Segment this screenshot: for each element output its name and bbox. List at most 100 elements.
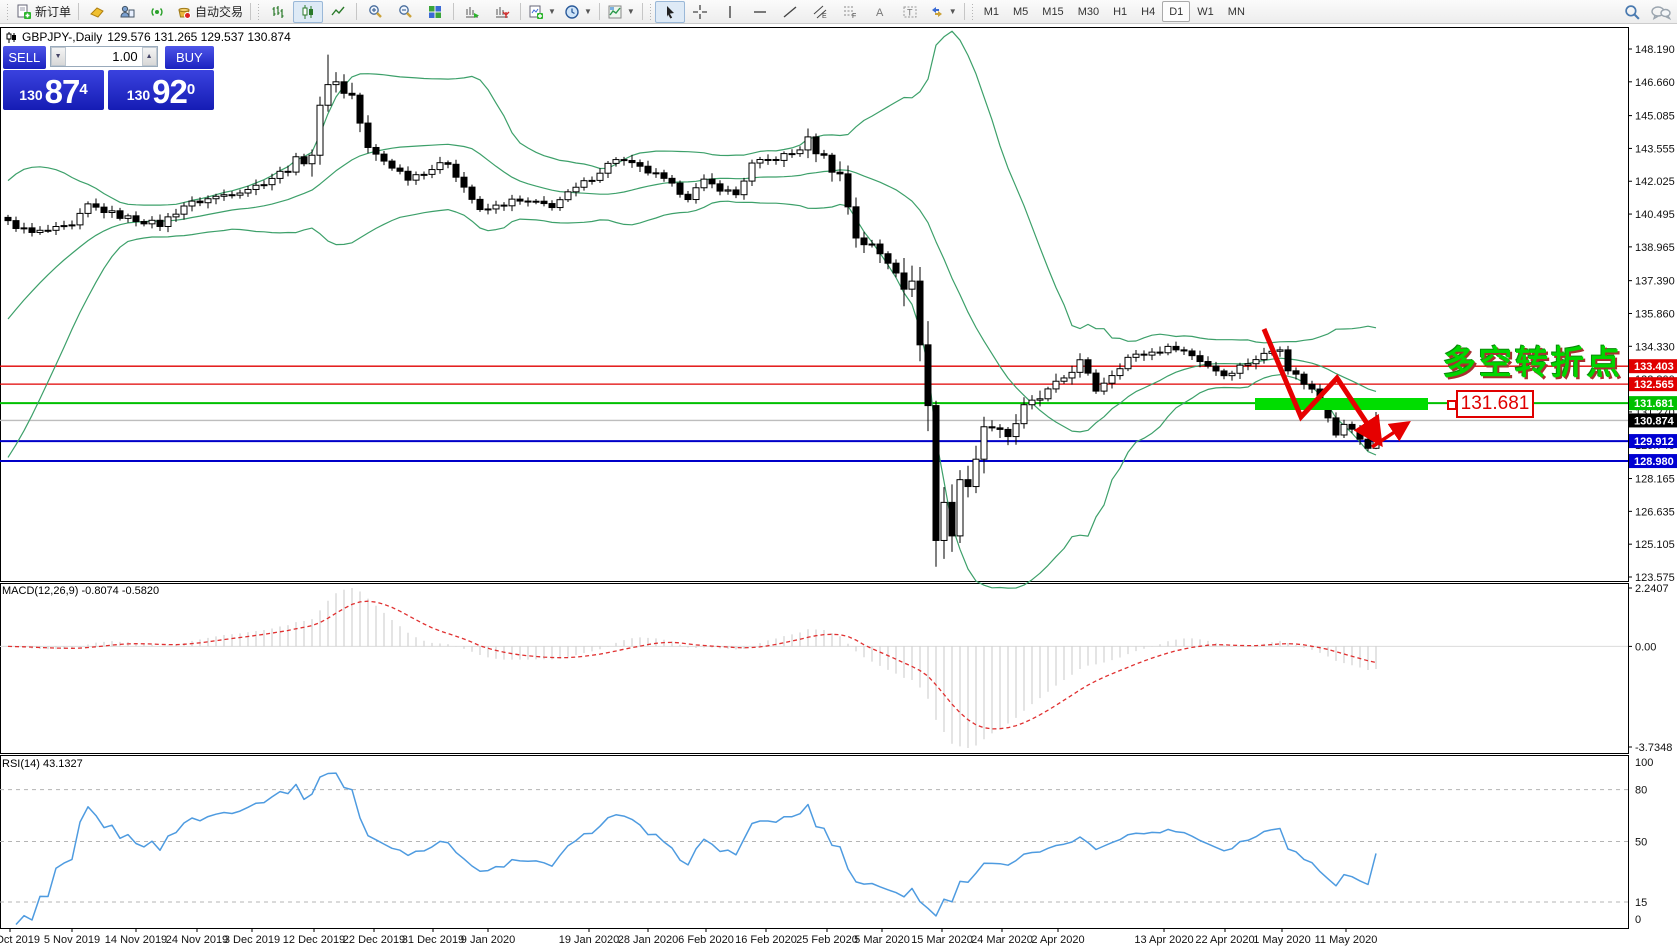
spinner-down-icon: ▼ [54, 53, 62, 60]
volume-up-button[interactable]: ▲ [141, 47, 157, 66]
volume-down-button[interactable]: ▼ [50, 47, 66, 66]
chart-line-button[interactable] [323, 1, 353, 23]
svg-text:128.980: 128.980 [1634, 456, 1674, 468]
sell-price-display[interactable]: 130 87 4 [3, 70, 104, 110]
community-chat-icon[interactable] [1651, 4, 1671, 21]
text-button[interactable]: A [865, 1, 895, 23]
data-window-button[interactable] [112, 1, 142, 23]
chart-shift-button[interactable] [487, 1, 517, 23]
search-icon[interactable] [1624, 4, 1641, 21]
svg-text:143.555: 143.555 [1635, 143, 1675, 155]
symbol-period-label: GBPJPY-,Daily [22, 30, 103, 44]
zoom-out-button[interactable] [390, 1, 420, 23]
autotrading-button[interactable]: 自动交易 [172, 1, 247, 23]
sell-price-figure: 130 [19, 87, 43, 103]
dropdown-caret-icon: ▼ [583, 7, 592, 16]
svg-text:11 May 2020: 11 May 2020 [1315, 934, 1378, 946]
svg-text:9 Jan 2020: 9 Jan 2020 [461, 934, 515, 946]
market-watch-icon [90, 6, 104, 18]
volume-input[interactable]: 1.00 [66, 47, 142, 66]
svg-text:14 Nov 2019: 14 Nov 2019 [105, 934, 167, 946]
svg-text:F: F [852, 13, 856, 20]
fibonacci-button[interactable]: F [835, 1, 865, 23]
tf-button-MN[interactable]: MN [1221, 1, 1252, 22]
svg-text:132.565: 132.565 [1634, 379, 1674, 391]
svg-text:24 Mar 2020: 24 Mar 2020 [971, 934, 1033, 946]
svg-text:T: T [907, 7, 913, 17]
turning-point-annotation[interactable]: 多空转折点 [1443, 336, 1623, 384]
auto-scroll-button[interactable] [457, 1, 487, 23]
new-order-button[interactable]: 新订单 [12, 1, 75, 23]
tf-button-H1[interactable]: H1 [1106, 1, 1134, 22]
svg-text:100: 100 [1635, 757, 1653, 769]
text-label-button[interactable]: T [895, 1, 925, 23]
svg-text:13 Apr 2020: 13 Apr 2020 [1134, 934, 1193, 946]
cursor-button[interactable] [654, 0, 685, 23]
tf-button-M5[interactable]: M5 [1006, 1, 1035, 22]
new-chart-button[interactable]: ▼ [524, 1, 560, 23]
price-chart-canvas[interactable]: 148.190 146.660 145.085 143.555 142.025 140.4… [0, 0, 1677, 950]
flag-price-text: 131.681 [1460, 393, 1530, 414]
buy-price-point: 0 [186, 81, 196, 98]
flag-handle-icon [1447, 400, 1457, 410]
vertical-line-icon [729, 5, 731, 18]
indicators-button[interactable]: ▼ [603, 1, 639, 23]
sell-price-pips: 87 [44, 73, 81, 110]
cursor-icon [666, 5, 674, 18]
svg-text:125.105: 125.105 [1635, 539, 1675, 551]
svg-text:2 Apr 2020: 2 Apr 2020 [1031, 934, 1084, 946]
tf-button-M15[interactable]: M15 [1035, 1, 1070, 22]
tf-button-M30[interactable]: M30 [1071, 1, 1106, 22]
macd-name: MACD(12,26,9) [2, 585, 79, 597]
equidistant-channel-button[interactable]: E [805, 1, 835, 23]
macd-values: -0.8074 -0.5820 [81, 585, 160, 597]
svg-text:129.912: 129.912 [1634, 436, 1674, 448]
signals-button[interactable] [142, 1, 172, 23]
svg-text:5 Mar 2020: 5 Mar 2020 [854, 934, 910, 946]
timeframe-group: M1 M5 M15 M30 H1 H4 D1 W1 MN [977, 1, 1252, 22]
tf-button-W1[interactable]: W1 [1190, 1, 1221, 22]
horizontal-line-button[interactable] [745, 1, 775, 23]
zoom-in-icon [369, 4, 382, 18]
chart-shift-icon [496, 6, 510, 18]
market-watch-button[interactable] [82, 1, 112, 23]
svg-text:50: 50 [1635, 837, 1647, 849]
data-window-icon [120, 5, 135, 17]
toolbar: 新订单 自动交易 ▼ ▼ ▼ E F A T ▼ M1 M5 M15 M30 H1 H4 D… [0, 0, 1677, 24]
svg-text:A: A [876, 7, 884, 19]
tf-button-H4[interactable]: H4 [1134, 1, 1162, 22]
chart-bars-button[interactable] [263, 1, 293, 23]
channel-icon: E [813, 5, 827, 20]
tf-button-M1[interactable]: M1 [977, 1, 1006, 22]
periods-button[interactable]: ▼ [560, 1, 596, 23]
tile-windows-button[interactable] [420, 1, 450, 23]
buy-price-display[interactable]: 130 92 0 [108, 70, 214, 110]
rsi-value: 43.1327 [42, 758, 83, 770]
svg-text:140.495: 140.495 [1635, 209, 1675, 221]
buy-price-pips: 92 [152, 73, 188, 110]
horizontal-line-icon [753, 10, 766, 13]
price-level-flag[interactable]: 131.681 [1447, 390, 1534, 418]
svg-text:22 Dec 2019: 22 Dec 2019 [343, 934, 405, 946]
svg-text:126.635: 126.635 [1635, 506, 1675, 518]
text-label-icon: T [903, 6, 917, 17]
sell-button[interactable]: SELL [3, 46, 46, 69]
signals-icon [151, 7, 163, 16]
autotrading-icon [178, 7, 192, 19]
svg-text:134.330: 134.330 [1635, 341, 1675, 353]
chart-candles-button[interactable] [293, 0, 324, 23]
vertical-line-button[interactable] [715, 1, 745, 23]
arrows-button[interactable]: ▼ [925, 1, 961, 23]
sell-price-point: 4 [79, 81, 88, 98]
svg-text:145.085: 145.085 [1635, 111, 1675, 123]
fibonacci-icon: F [843, 6, 856, 20]
new-order-icon [17, 4, 31, 19]
buy-button[interactable]: BUY [164, 46, 214, 69]
tf-button-D1[interactable]: D1 [1162, 1, 1191, 22]
new-chart-icon [529, 5, 544, 19]
zoom-in-button[interactable] [360, 1, 390, 23]
svg-text:6 Feb 2020: 6 Feb 2020 [678, 934, 734, 946]
svg-text:0: 0 [1635, 914, 1641, 926]
crosshair-button[interactable] [685, 1, 715, 23]
trendline-button[interactable] [775, 1, 805, 23]
